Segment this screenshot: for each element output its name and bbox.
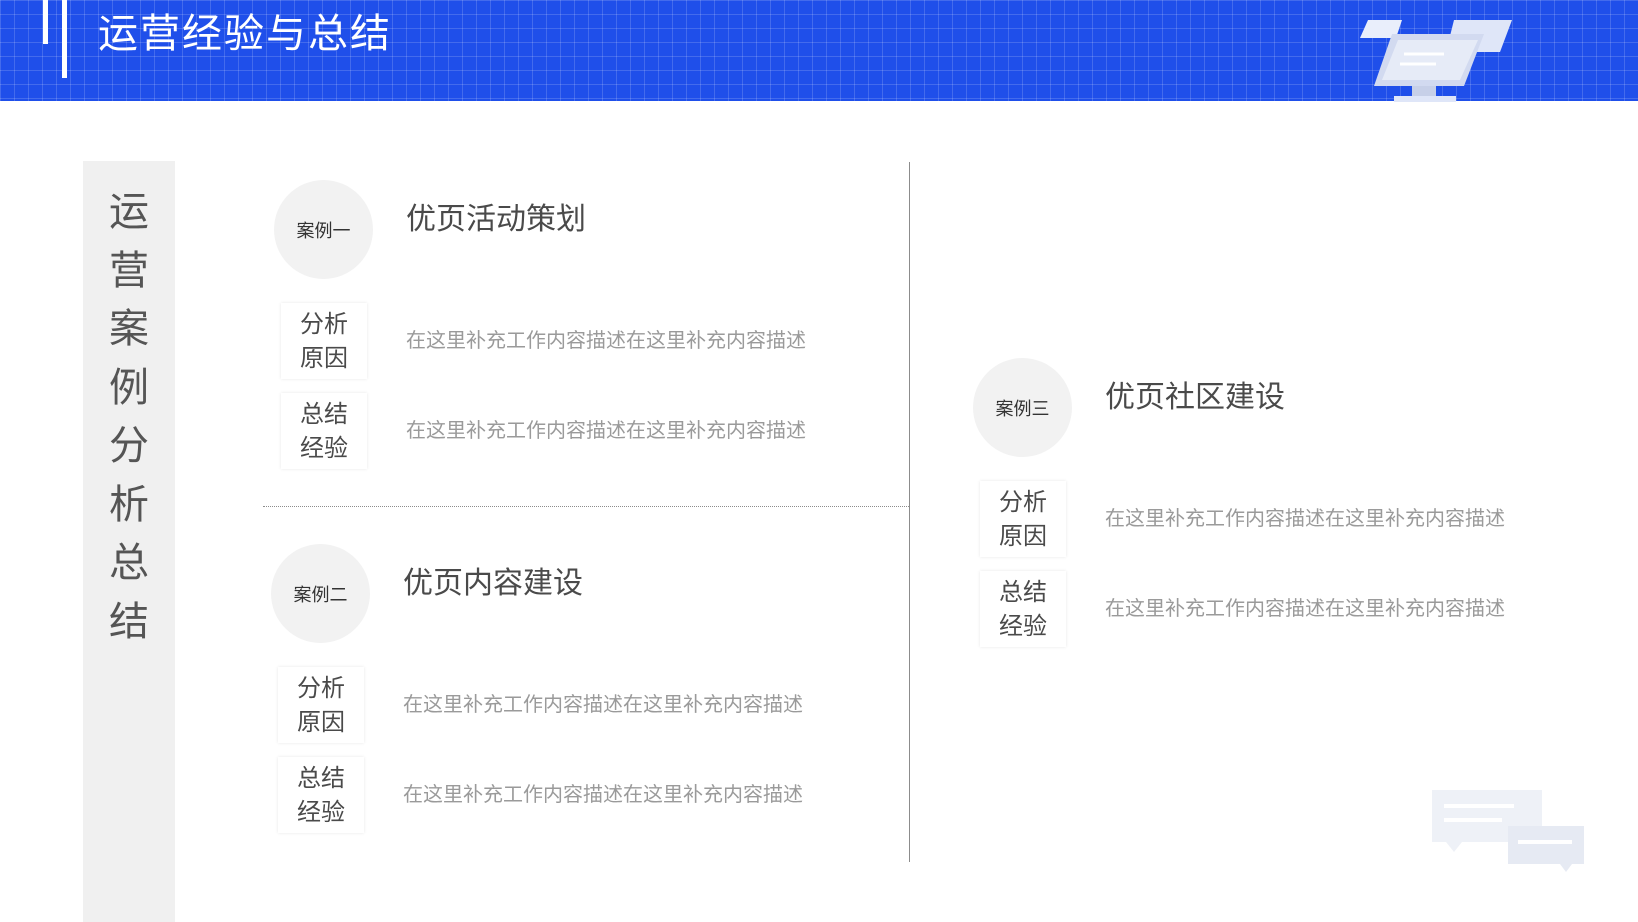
case-card-1: 案例一 优页活动策划 分析 原因 在这里补充工作内容描述在这里补充内容描述 总结… bbox=[274, 180, 874, 520]
case-title: 优页活动策划 bbox=[406, 202, 586, 237]
case-title: 优页内容建设 bbox=[403, 566, 583, 601]
side-label: 运 营 案 例 分 析 总 结 bbox=[109, 189, 149, 645]
accent-bar bbox=[43, 0, 48, 44]
case-badge: 案例二 bbox=[271, 544, 370, 643]
case-description: 在这里补充工作内容描述在这里补充内容描述 bbox=[1105, 506, 1505, 530]
tag-analysis: 分析 原因 bbox=[278, 667, 364, 743]
side-panel: 运 营 案 例 分 析 总 结 bbox=[83, 161, 175, 922]
case-title: 优页社区建设 bbox=[1105, 380, 1285, 415]
tag-analysis: 分析 原因 bbox=[980, 481, 1066, 557]
tag-analysis: 分析 原因 bbox=[281, 303, 367, 379]
accent-bar bbox=[62, 0, 67, 78]
case-description: 在这里补充工作内容描述在这里补充内容描述 bbox=[406, 328, 806, 352]
header-banner: 运营经验与总结 bbox=[0, 0, 1638, 102]
tag-summary: 总结 经验 bbox=[281, 393, 367, 469]
chat-bubbles-icon bbox=[1432, 790, 1584, 872]
tag-summary: 总结 经验 bbox=[278, 757, 364, 833]
case-description: 在这里补充工作内容描述在这里补充内容描述 bbox=[403, 692, 803, 716]
case-card-2: 案例二 优页内容建设 分析 原因 在这里补充工作内容描述在这里补充内容描述 总结… bbox=[271, 544, 871, 884]
vertical-divider bbox=[909, 162, 910, 862]
case-description: 在这里补充工作内容描述在这里补充内容描述 bbox=[406, 418, 806, 442]
case-card-3: 案例三 优页社区建设 分析 原因 在这里补充工作内容描述在这里补充内容描述 总结… bbox=[973, 358, 1573, 698]
case-description: 在这里补充工作内容描述在这里补充内容描述 bbox=[1105, 596, 1505, 620]
case-badge: 案例一 bbox=[274, 180, 373, 279]
case-description: 在这里补充工作内容描述在这里补充内容描述 bbox=[403, 782, 803, 806]
page-title: 运营经验与总结 bbox=[98, 11, 392, 57]
case-badge: 案例三 bbox=[973, 358, 1072, 457]
monitor-icon bbox=[1360, 20, 1512, 102]
tag-summary: 总结 经验 bbox=[980, 571, 1066, 647]
